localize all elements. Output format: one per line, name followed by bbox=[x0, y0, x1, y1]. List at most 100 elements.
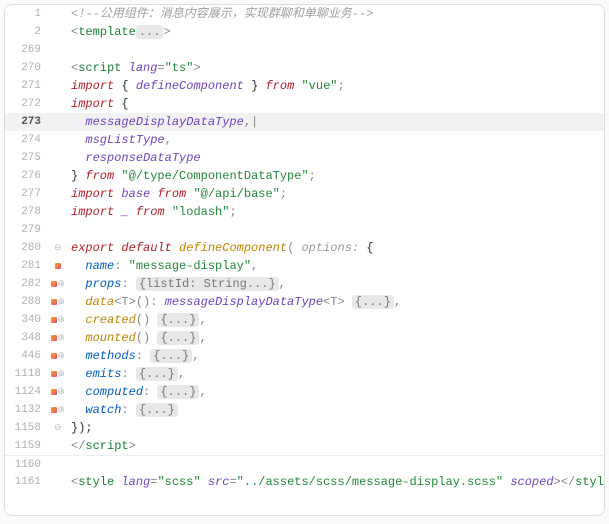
code-line[interactable]: 279 bbox=[5, 221, 604, 239]
folded-region[interactable]: {...} bbox=[157, 313, 199, 327]
keyword: from bbox=[157, 187, 186, 201]
folded-region[interactable]: {...} bbox=[136, 403, 178, 417]
return-type: messageDisplayDataType bbox=[165, 295, 323, 309]
brace-close: }); bbox=[71, 421, 93, 435]
edit-mark-icon bbox=[51, 389, 57, 395]
function-call: defineComponent bbox=[179, 241, 287, 255]
line-number: 277 bbox=[5, 185, 47, 203]
code-line[interactable]: 272 import { bbox=[5, 95, 604, 113]
param-hint: options: bbox=[301, 241, 366, 255]
code-line[interactable]: 1159 </script> bbox=[5, 437, 604, 455]
identifier: defineComponent bbox=[136, 79, 244, 93]
line-number: 1159 bbox=[5, 437, 47, 455]
code-line[interactable]: 1132 ⊕ watch: {...} bbox=[5, 401, 604, 419]
string: "@/type/ComponentDataType" bbox=[121, 169, 308, 183]
line-number: 348 bbox=[5, 329, 47, 347]
keyword: import bbox=[71, 97, 114, 111]
fold-toggle-icon[interactable]: ⊕ bbox=[58, 311, 66, 329]
tag: template bbox=[78, 25, 136, 39]
fold-toggle-icon[interactable]: ⊕ bbox=[58, 365, 66, 383]
fold-toggle-icon[interactable]: ⊖ bbox=[54, 419, 62, 437]
keyword: from bbox=[85, 169, 114, 183]
fold-toggle-icon[interactable]: ⊕ bbox=[58, 275, 66, 293]
folded-region[interactable]: {listId: String...} bbox=[136, 277, 279, 291]
code-line[interactable]: 273 messageDisplayDataType,| bbox=[5, 113, 604, 131]
code-line[interactable]: 1158 ⊖ }); bbox=[5, 419, 604, 437]
line-number: 1160 bbox=[5, 456, 47, 474]
comment-text: <!--公用组件：消息内容展示，实现群聊和单聊业务--> bbox=[71, 7, 373, 21]
code-line[interactable]: 278 import _ from "lodash"; bbox=[5, 203, 604, 221]
attr: lang bbox=[129, 61, 158, 75]
identifier: responseDataType bbox=[85, 151, 200, 165]
code-line[interactable]: 282 ⊕ props: {listId: String...}, bbox=[5, 275, 604, 293]
string: "../assets/scss/message-display.scss" bbox=[237, 475, 503, 489]
code-line[interactable]: 269 bbox=[5, 41, 604, 59]
keyword: default bbox=[121, 241, 171, 255]
keyword: from bbox=[265, 79, 294, 93]
fold-ellipsis[interactable]: ... bbox=[136, 25, 164, 39]
line-number: 271 bbox=[5, 77, 47, 95]
property: computed bbox=[85, 385, 143, 399]
line-number: 340 bbox=[5, 311, 47, 329]
code-line[interactable]: 281 name: "message-display", bbox=[5, 257, 604, 275]
code-line[interactable]: 1118 ⊕ emits: {...}, bbox=[5, 365, 604, 383]
string: "message-display" bbox=[129, 259, 251, 273]
folded-region[interactable]: {...} bbox=[352, 295, 394, 309]
folded-region[interactable]: {...} bbox=[157, 385, 199, 399]
tag: style bbox=[78, 475, 114, 489]
code-line[interactable]: 1160 bbox=[5, 455, 604, 473]
edit-mark-icon bbox=[55, 263, 61, 269]
folded-region[interactable]: {...} bbox=[136, 367, 178, 381]
code-line[interactable]: 2 <template...> bbox=[5, 23, 604, 41]
code-line[interactable]: 340 ⊕ created() {...}, bbox=[5, 311, 604, 329]
fold-toggle-icon[interactable]: ⊕ bbox=[58, 329, 66, 347]
fold-toggle-icon[interactable]: ⊖ bbox=[54, 239, 62, 257]
code-line[interactable]: 270 <script lang="ts"> bbox=[5, 59, 604, 77]
fold-toggle-icon[interactable]: ⊕ bbox=[58, 383, 66, 401]
keyword: export bbox=[71, 241, 114, 255]
identifier: msgListType bbox=[85, 133, 164, 147]
fold-toggle-icon[interactable]: ⊕ bbox=[58, 293, 66, 311]
code-line[interactable]: 271 import { defineComponent } from "vue… bbox=[5, 77, 604, 95]
code-line[interactable]: 275 responseDataType bbox=[5, 149, 604, 167]
keyword: import bbox=[71, 205, 114, 219]
code-editor[interactable]: 1 <!--公用组件：消息内容展示，实现群聊和单聊业务--> 2 <templa… bbox=[4, 4, 605, 516]
keyword: import bbox=[71, 79, 114, 93]
line-number: 272 bbox=[5, 95, 47, 113]
property: name bbox=[85, 259, 114, 273]
attr: lang bbox=[121, 475, 150, 489]
line-number: 1118 bbox=[5, 365, 47, 383]
line-number: 276 bbox=[5, 167, 47, 185]
code-line[interactable]: 1 <!--公用组件：消息内容展示，实现群聊和单聊业务--> bbox=[5, 5, 604, 23]
line-number: 1161 bbox=[5, 473, 47, 491]
line-number: 1124 bbox=[5, 383, 47, 401]
code-line[interactable]: 1161 <style lang="scss" src="../assets/s… bbox=[5, 473, 604, 491]
folded-region[interactable]: {...} bbox=[157, 331, 199, 345]
identifier: messageDisplayDataType bbox=[85, 115, 243, 129]
fold-toggle-icon[interactable]: ⊕ bbox=[58, 401, 66, 419]
keyword: import bbox=[71, 187, 114, 201]
code-line[interactable]: 1124 ⊕ computed: {...}, bbox=[5, 383, 604, 401]
code-line[interactable]: 280 ⊖ export default defineComponent( op… bbox=[5, 239, 604, 257]
line-number: 1158 bbox=[5, 419, 47, 437]
string: "ts" bbox=[165, 61, 194, 75]
fold-toggle-icon[interactable]: ⊕ bbox=[58, 347, 66, 365]
line-number: 282 bbox=[5, 275, 47, 293]
code-line[interactable]: 348 ⊕ mounted() {...}, bbox=[5, 329, 604, 347]
code-line[interactable]: 276 } from "@/type/ComponentDataType"; bbox=[5, 167, 604, 185]
attr: src bbox=[208, 475, 230, 489]
line-number: 280 bbox=[5, 239, 47, 257]
code-line[interactable]: 277 import base from "@/api/base"; bbox=[5, 185, 604, 203]
edit-mark-icon bbox=[51, 317, 57, 323]
property: created bbox=[85, 313, 135, 327]
line-number: 269 bbox=[5, 41, 47, 59]
code-line[interactable]: 288 ⊕ data<T>(): messageDisplayDataType<… bbox=[5, 293, 604, 311]
keyword: from bbox=[136, 205, 165, 219]
line-number: 278 bbox=[5, 203, 47, 221]
code-line[interactable]: 446 ⊕ methods: {...}, bbox=[5, 347, 604, 365]
code-line[interactable]: 274 msgListType, bbox=[5, 131, 604, 149]
property: watch bbox=[85, 403, 121, 417]
folded-region[interactable]: {...} bbox=[150, 349, 192, 363]
property: methods bbox=[85, 349, 135, 363]
edit-mark-icon bbox=[51, 353, 57, 359]
